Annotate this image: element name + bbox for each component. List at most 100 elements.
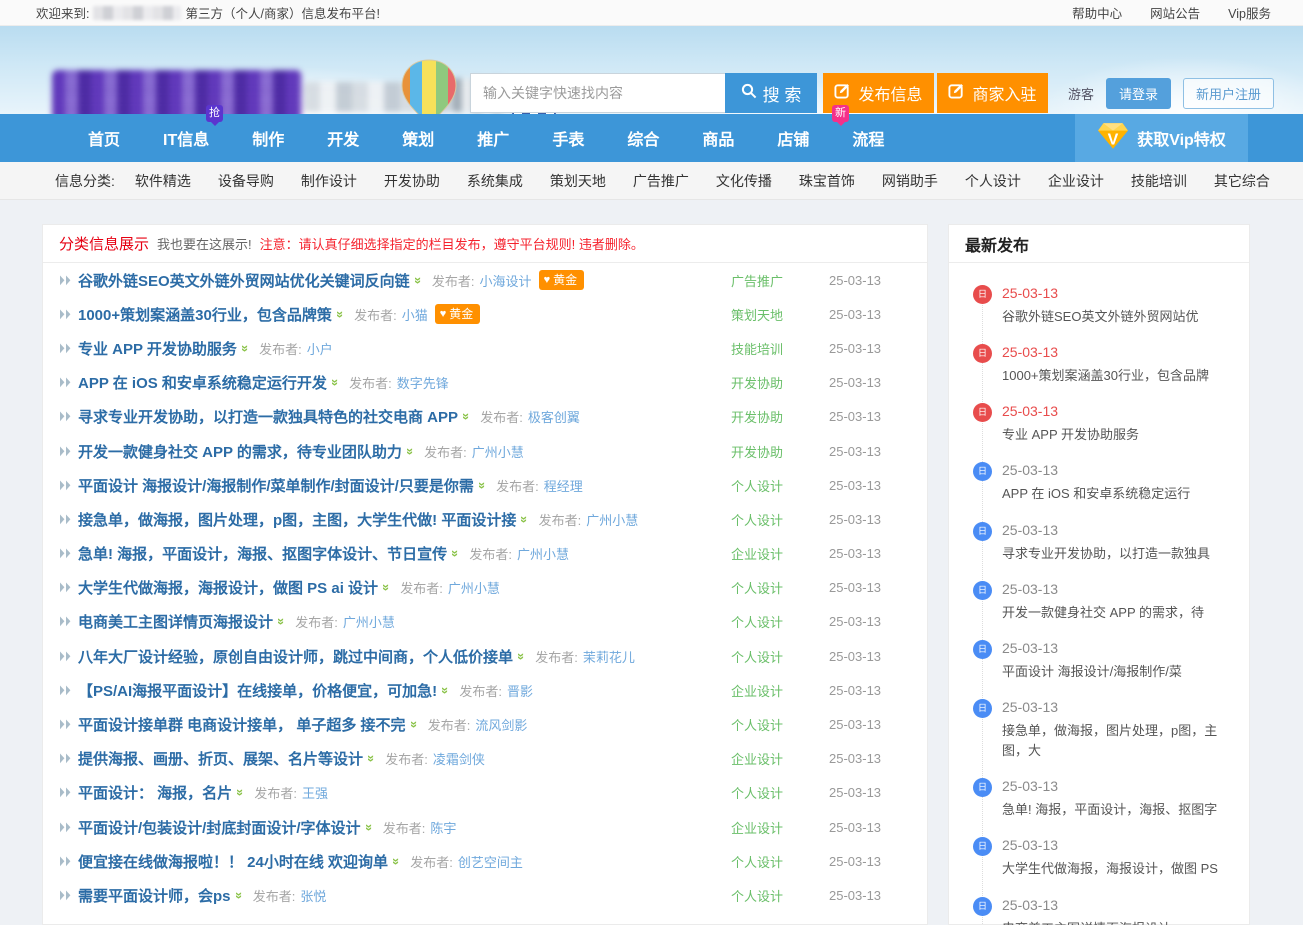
list-item[interactable]: 提供海报、画册、折页、展架、名片等设计»发布者:凌霜剑侠企业设计25-03-13	[43, 742, 927, 776]
list-item[interactable]: 谷歌外链SEO英文外链外贸网站优化关键词反向链»发布者:小海设计♥黄金广告推广2…	[43, 263, 927, 297]
login-button[interactable]: 请登录	[1106, 78, 1171, 109]
timeline-item[interactable]: 日25-03-13开发一款健身社交 APP 的需求，待	[949, 581, 1249, 640]
timeline-title[interactable]: APP 在 iOS 和安卓系统稳定运行	[1002, 484, 1237, 504]
publisher-name[interactable]: 流风剑影	[475, 715, 527, 734]
category-link[interactable]: 个人设计	[965, 171, 1021, 191]
timeline-item[interactable]: 日25-03-13专业 APP 开发协助服务	[949, 403, 1249, 462]
publisher-name[interactable]: 张悦	[300, 886, 326, 905]
timeline-item[interactable]: 日25-03-13APP 在 iOS 和安卓系统稳定运行	[949, 462, 1249, 521]
category-tag[interactable]: 企业设计	[731, 749, 829, 768]
list-item[interactable]: APP 在 iOS 和安卓系统稳定运行开发»发布者:数字先锋开发协助25-03-…	[43, 366, 927, 400]
item-title[interactable]: 【PS/AI海报平面设计】在线接单，价格便宜，可加急!	[78, 680, 437, 701]
item-title[interactable]: 谷歌外链SEO英文外链外贸网站优化关键词反向链	[78, 270, 410, 291]
list-item[interactable]: 寻求专业开发协助，以打造一款独具特色的社交电商 APP»发布者:极客创翼开发协助…	[43, 400, 927, 434]
list-item[interactable]: 【PS/AI海报平面设计】在线接单，价格便宜，可加急!»发布者:晋影企业设计25…	[43, 673, 927, 707]
category-tag[interactable]: 企业设计	[731, 818, 829, 837]
timeline-title[interactable]: 寻求专业开发协助，以打造一款独具	[1002, 544, 1237, 564]
list-item[interactable]: 平面设计接单群 电商设计接单， 单子超多 接不完»发布者:流风剑影个人设计25-…	[43, 707, 927, 741]
list-item[interactable]: 需要平面设计师，会ps»发布者:张悦个人设计25-03-13	[43, 878, 927, 912]
item-title[interactable]: 寻求专业开发协助，以打造一款独具特色的社交电商 APP	[78, 406, 458, 427]
nav-item[interactable]: 策划	[402, 126, 434, 150]
merchant-join-button[interactable]: 商家入驻	[937, 73, 1048, 113]
list-item[interactable]: 开发一款健身社交 APP 的需求，待专业团队助力»发布者:广州小慧开发协助25-…	[43, 434, 927, 468]
category-link[interactable]: 系统集成	[467, 171, 523, 191]
category-tag[interactable]: 个人设计	[731, 476, 829, 495]
publisher-name[interactable]: 极客创翼	[528, 407, 580, 426]
category-link[interactable]: 其它综合	[1214, 171, 1270, 191]
category-tag[interactable]: 个人设计	[731, 647, 829, 666]
timeline-item[interactable]: 日25-03-13电商美工主图详情页海报设计	[949, 897, 1249, 925]
publisher-name[interactable]: 广州小慧	[448, 578, 500, 597]
category-link[interactable]: 技能培训	[1131, 171, 1187, 191]
timeline-item[interactable]: 日25-03-131000+策划案涵盖30行业，包含品牌	[949, 344, 1249, 403]
item-title[interactable]: 平面设计/包装设计/封底封面设计/字体设计	[78, 817, 361, 838]
timeline-title[interactable]: 电商美工主图详情页海报设计	[1002, 919, 1237, 925]
item-title[interactable]: 开发一款健身社交 APP 的需求，待专业团队助力	[78, 441, 402, 462]
register-button[interactable]: 新用户注册	[1183, 78, 1274, 109]
category-tag[interactable]: 个人设计	[731, 852, 829, 871]
topbar-link[interactable]: 帮助中心	[1072, 3, 1122, 22]
category-link[interactable]: 软件精选	[135, 171, 191, 191]
publisher-name[interactable]: 创艺空间主	[458, 852, 523, 871]
nav-item[interactable]: 综合	[627, 126, 659, 150]
nav-item[interactable]: 店铺	[777, 126, 809, 150]
publisher-name[interactable]: 广州小慧	[343, 612, 395, 631]
item-title[interactable]: 专业 APP 开发协助服务	[78, 338, 237, 359]
category-link[interactable]: 网销助手	[882, 171, 938, 191]
category-link[interactable]: 广告推广	[633, 171, 689, 191]
timeline-title[interactable]: 专业 APP 开发协助服务	[1002, 425, 1237, 445]
list-item[interactable]: 便宜接在线做海报啦！！ 24小时在线 欢迎询单»发布者:创艺空间主个人设计25-…	[43, 844, 927, 878]
nav-item[interactable]: 手表	[552, 126, 584, 150]
category-tag[interactable]: 个人设计	[731, 783, 829, 802]
item-title[interactable]: 平面设计 海报设计/海报制作/菜单制作/封面设计/只要是你需	[78, 475, 474, 496]
timeline-item[interactable]: 日25-03-13寻求专业开发协助，以打造一款独具	[949, 522, 1249, 581]
publisher-name[interactable]: 晋影	[507, 681, 533, 700]
panel-note-gray[interactable]: 我也要在这展示!	[157, 234, 252, 253]
category-tag[interactable]: 企业设计	[731, 681, 829, 700]
list-item[interactable]: 平面设计： 海报，名片»发布者:王强个人设计25-03-13	[43, 776, 927, 810]
timeline-title[interactable]: 1000+策划案涵盖30行业，包含品牌	[1002, 366, 1237, 386]
item-title[interactable]: 提供海报、画册、折页、展架、名片等设计	[78, 748, 363, 769]
item-title[interactable]: 1000+策划案涵盖30行业，包含品牌策	[78, 304, 332, 325]
publisher-name[interactable]: 小海设计	[480, 271, 532, 290]
timeline-item[interactable]: 日25-03-13接急单，做海报，图片处理，p图，主图，大	[949, 699, 1249, 778]
category-tag[interactable]: 技能培训	[731, 339, 829, 358]
search-input[interactable]	[470, 73, 725, 113]
timeline-title[interactable]: 急单! 海报，平面设计，海报、抠图字	[1002, 800, 1237, 820]
item-title[interactable]: 电商美工主图详情页海报设计	[78, 611, 273, 632]
category-link[interactable]: 设备导购	[218, 171, 274, 191]
timeline-item[interactable]: 日25-03-13平面设计 海报设计/海报制作/菜	[949, 640, 1249, 699]
nav-item[interactable]: 推广	[477, 126, 509, 150]
category-tag[interactable]: 广告推广	[731, 271, 829, 290]
list-item[interactable]: 平面设计/包装设计/封底封面设计/字体设计»发布者:陈宇企业设计25-03-13	[43, 810, 927, 844]
nav-item[interactable]: 首页	[88, 126, 120, 150]
list-item[interactable]: 八年大厂设计经验，原创自由设计师，跳过中间商，个人低价接单»发布者:茉莉花儿个人…	[43, 639, 927, 673]
category-link[interactable]: 企业设计	[1048, 171, 1104, 191]
category-tag[interactable]: 企业设计	[731, 544, 829, 563]
publisher-name[interactable]: 王强	[302, 783, 328, 802]
list-item[interactable]: 专业 APP 开发协助服务»发布者:小户技能培训25-03-13	[43, 331, 927, 365]
category-tag[interactable]: 个人设计	[731, 886, 829, 905]
publisher-name[interactable]: 程经理	[544, 476, 583, 495]
category-tag[interactable]: 个人设计	[731, 612, 829, 631]
category-tag[interactable]: 开发协助	[731, 407, 829, 426]
item-title[interactable]: 平面设计接单群 电商设计接单， 单子超多 接不完	[78, 714, 406, 735]
timeline-item[interactable]: 日25-03-13急单! 海报，平面设计，海报、抠图字	[949, 778, 1249, 837]
item-title[interactable]: 大学生代做海报，海报设计，做图 PS ai 设计	[78, 577, 378, 598]
category-link[interactable]: 策划天地	[550, 171, 606, 191]
list-item[interactable]: 大学生代做海报，海报设计，做图 PS ai 设计»发布者:广州小慧个人设计25-…	[43, 571, 927, 605]
category-tag[interactable]: 个人设计	[731, 578, 829, 597]
list-item[interactable]: 电商美工主图详情页海报设计»发布者:广州小慧个人设计25-03-13	[43, 605, 927, 639]
nav-item[interactable]: IT信息	[163, 126, 209, 150]
publisher-name[interactable]: 广州小慧	[586, 510, 638, 529]
nav-item[interactable]: 开发	[327, 126, 359, 150]
list-item[interactable]: 急单! 海报，平面设计，海报、抠图字体设计、节日宣传»发布者:广州小慧企业设计2…	[43, 537, 927, 571]
category-tag[interactable]: 个人设计	[731, 510, 829, 529]
item-title[interactable]: 需要平面设计师，会ps	[78, 885, 231, 906]
nav-item[interactable]: 流程	[852, 126, 884, 150]
timeline-title[interactable]: 开发一款健身社交 APP 的需求，待	[1002, 603, 1237, 623]
list-item[interactable]: 平面设计 海报设计/海报制作/菜单制作/封面设计/只要是你需»发布者:程经理个人…	[43, 468, 927, 502]
category-tag[interactable]: 个人设计	[731, 715, 829, 734]
topbar-link[interactable]: 网站公告	[1150, 3, 1200, 22]
category-link[interactable]: 开发协助	[384, 171, 440, 191]
